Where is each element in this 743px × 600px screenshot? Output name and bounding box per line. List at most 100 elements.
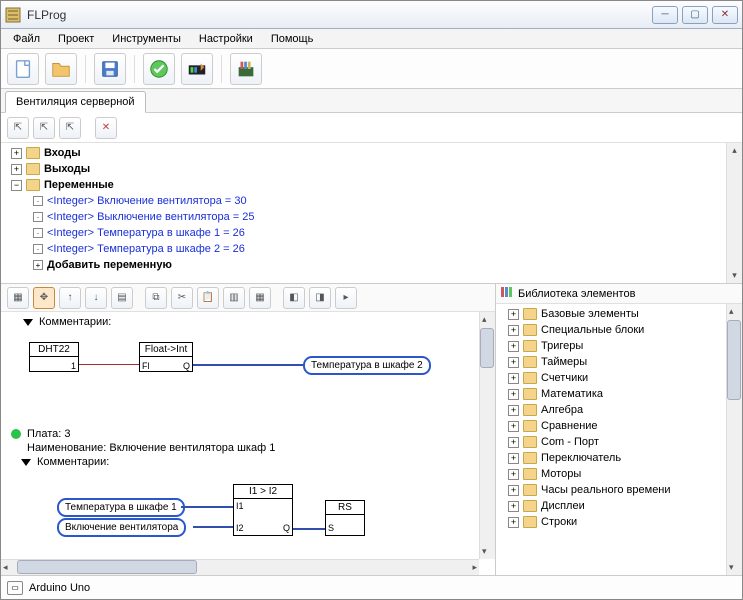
scroll-thumb[interactable] — [17, 560, 197, 574]
canvas-select-tool[interactable]: ✥ — [33, 287, 55, 309]
scroll-up-icon[interactable]: ▴ — [730, 143, 739, 158]
expand-icon[interactable]: + — [508, 325, 519, 336]
canvas-paste[interactable]: 📋 — [197, 287, 219, 309]
canvas-up[interactable]: ↑ — [59, 287, 81, 309]
maximize-button[interactable]: ▢ — [682, 6, 708, 24]
temp2-variable[interactable]: Температура в шкафе 2 — [303, 356, 431, 375]
menu-file[interactable]: Файл — [5, 31, 48, 47]
library-item[interactable]: +Моторы — [500, 466, 738, 482]
expand-icon[interactable]: + — [508, 421, 519, 432]
library-item[interactable]: +Математика — [500, 386, 738, 402]
expand-icon[interactable]: + — [508, 453, 519, 464]
scroll-up-icon[interactable]: ▴ — [727, 304, 742, 319]
tree-var-item[interactable]: ·<Integer> Температура в шкафе 1 = 26 — [5, 225, 722, 241]
triangle-icon — [21, 459, 31, 466]
close-button[interactable]: ✕ — [712, 6, 738, 24]
verify-button[interactable] — [143, 53, 175, 85]
expand-icon[interactable]: + — [508, 389, 519, 400]
menu-settings[interactable]: Настройки — [191, 31, 261, 47]
pin-button[interactable]: ⇱ — [7, 117, 29, 139]
canvas-cut[interactable]: ✂ — [171, 287, 193, 309]
scroll-up-icon[interactable]: ▴ — [480, 312, 495, 327]
variables-toolbar: ⇱ ⇱ ⇱ ✕ — [1, 113, 742, 143]
library-button[interactable] — [230, 53, 262, 85]
scroll-right-icon[interactable]: ▸ — [470, 560, 479, 575]
library-item[interactable]: +Переключатель — [500, 450, 738, 466]
canvas-copy[interactable]: ⧉ — [145, 287, 167, 309]
library-scrollbar[interactable]: ▴ ▾ — [726, 304, 742, 575]
menu-help[interactable]: Помощь — [263, 31, 322, 47]
scroll-thumb[interactable] — [727, 320, 741, 400]
temp1-variable[interactable]: Температура в шкафе 1 — [57, 498, 185, 517]
expand-icon[interactable]: + — [508, 405, 519, 416]
upload-button[interactable] — [181, 53, 213, 85]
pin-button-3[interactable]: ⇱ — [59, 117, 81, 139]
library-item[interactable]: +Дисплеи — [500, 498, 738, 514]
expand-icon[interactable]: + — [508, 485, 519, 496]
expand-icon[interactable]: + — [508, 309, 519, 320]
diagram-canvas[interactable]: Комментарии: DHT22 1 Float->Int Fl Q — [1, 312, 479, 559]
float-int-block[interactable]: Float->Int Fl Q — [139, 342, 193, 372]
expand-icon[interactable]: + — [508, 469, 519, 480]
library-item[interactable]: +Счетчики — [500, 370, 738, 386]
canvas-tool-13[interactable]: ▸ — [335, 287, 357, 309]
expand-icon[interactable]: + — [508, 341, 519, 352]
canvas-hscrollbar[interactable]: ◂ ▸ — [1, 559, 479, 575]
variables-tree[interactable]: +Входы +Выходы −Переменные ·<Integer> Вк… — [1, 143, 726, 283]
scroll-down-icon[interactable]: ▾ — [480, 544, 495, 559]
dht22-block[interactable]: DHT22 1 — [29, 342, 79, 372]
scroll-down-icon[interactable]: ▾ — [730, 268, 739, 283]
canvas-down[interactable]: ↓ — [85, 287, 107, 309]
compare-block[interactable]: I1 > I2 I1 I2 Q — [233, 484, 293, 536]
open-file-button[interactable] — [45, 53, 77, 85]
pin-fl: Fl — [142, 361, 150, 371]
expand-icon[interactable]: + — [508, 357, 519, 368]
minimize-button[interactable]: ─ — [652, 6, 678, 24]
tree-scrollbar[interactable]: ▴ ▾ — [726, 143, 742, 283]
tree-variables[interactable]: −Переменные — [5, 177, 722, 193]
library-item[interactable]: +Сравнение — [500, 418, 738, 434]
expand-icon[interactable]: + — [508, 517, 519, 528]
library-tree[interactable]: +Базовые элементы+Специальные блоки+Триг… — [496, 304, 742, 575]
expand-icon[interactable]: + — [508, 373, 519, 384]
delete-button[interactable]: ✕ — [95, 117, 117, 139]
library-item[interactable]: +Таймеры — [500, 354, 738, 370]
library-item[interactable]: +Базовые элементы — [500, 306, 738, 322]
tree-inputs[interactable]: +Входы — [5, 145, 722, 161]
rs-block[interactable]: RS S — [325, 500, 365, 536]
pin-button-2[interactable]: ⇱ — [33, 117, 55, 139]
scroll-left-icon[interactable]: ◂ — [1, 560, 10, 575]
canvas-tool-1[interactable]: ▦ — [7, 287, 29, 309]
folder-icon — [523, 372, 537, 384]
tree-var-item[interactable]: ·<Integer> Включение вентилятора = 30 — [5, 193, 722, 209]
canvas-align-r[interactable]: ◨ — [309, 287, 331, 309]
tree-outputs[interactable]: +Выходы — [5, 161, 722, 177]
comments2-row: Комментарии: — [21, 456, 109, 468]
library-item[interactable]: +Com - Порт — [500, 434, 738, 450]
tree-var-item[interactable]: ·<Integer> Температура в шкафе 2 = 26 — [5, 241, 722, 257]
menu-tools[interactable]: Инструменты — [104, 31, 189, 47]
menu-project[interactable]: Проект — [50, 31, 102, 47]
scroll-thumb[interactable] — [480, 328, 494, 368]
canvas-tool-9[interactable]: ▥ — [223, 287, 245, 309]
tree-add-variable[interactable]: +Добавить переменную — [5, 257, 722, 273]
project-tab[interactable]: Вентиляция серверной — [5, 91, 146, 113]
scroll-down-icon[interactable]: ▾ — [727, 560, 742, 575]
expand-icon[interactable]: + — [508, 501, 519, 512]
expand-icon[interactable]: + — [508, 437, 519, 448]
canvas-vscrollbar[interactable]: ▴ ▾ — [479, 312, 495, 559]
library-item[interactable]: +Алгебра — [500, 402, 738, 418]
library-item[interactable]: +Специальные блоки — [500, 322, 738, 338]
library-item-label: Тригеры — [541, 340, 583, 352]
save-button[interactable] — [94, 53, 126, 85]
pin-q: Q — [183, 361, 190, 371]
vent-variable[interactable]: Включение вентилятора — [57, 518, 186, 537]
library-item[interactable]: + Тригеры — [500, 338, 738, 354]
library-item[interactable]: +Строки — [500, 514, 738, 530]
canvas-tool-10[interactable]: ▦ — [249, 287, 271, 309]
canvas-tool-5[interactable]: ▤ — [111, 287, 133, 309]
new-file-button[interactable] — [7, 53, 39, 85]
canvas-align-l[interactable]: ◧ — [283, 287, 305, 309]
tree-var-item[interactable]: ·<Integer> Выключение вентилятора = 25 — [5, 209, 722, 225]
library-item[interactable]: +Часы реального времени — [500, 482, 738, 498]
